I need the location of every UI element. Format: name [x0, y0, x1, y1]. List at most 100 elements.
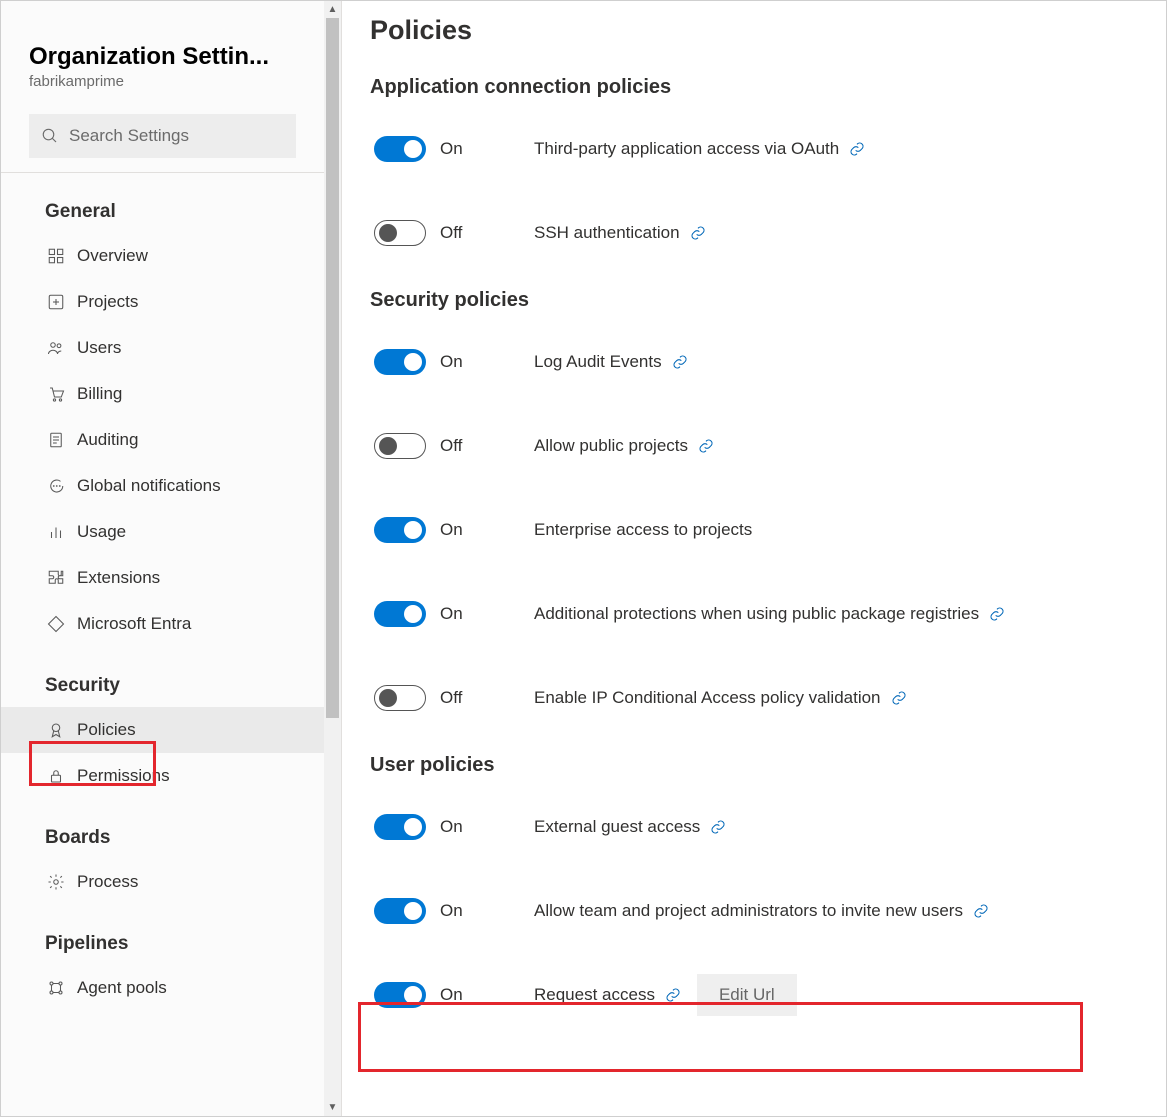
sidebar: Organization Settin... fabrikamprime Sea…	[1, 1, 342, 1116]
toggle-state-label: On	[440, 901, 463, 921]
sidebar-item-label: Microsoft Entra	[77, 614, 191, 634]
people-icon	[45, 337, 67, 359]
toggle[interactable]	[374, 814, 426, 840]
grid-icon	[45, 245, 67, 267]
toggle[interactable]	[374, 685, 426, 711]
policy-row: On Additional protections when using publ…	[370, 584, 1146, 644]
org-settings-title: Organization Settin...	[29, 43, 296, 71]
log-icon	[45, 429, 67, 451]
sidebar-item-global-notifications[interactable]: Global notifications	[1, 463, 324, 509]
link-icon[interactable]	[891, 690, 907, 706]
policy-row: On Allow team and project administrators …	[370, 881, 1146, 941]
sidebar-item-auditing[interactable]: Auditing	[1, 417, 324, 463]
edit-url-button[interactable]: Edit Url	[697, 974, 797, 1016]
toggle[interactable]	[374, 433, 426, 459]
sidebar-item-label: Users	[77, 338, 121, 358]
link-icon[interactable]	[849, 141, 865, 157]
policy-row: Off Enable IP Conditional Access policy v…	[370, 668, 1146, 728]
toggle[interactable]	[374, 982, 426, 1008]
sidebar-item-process[interactable]: Process	[1, 859, 324, 905]
sidebar-section-title: Boards	[1, 823, 324, 859]
sidebar-section-title: Security	[1, 671, 324, 707]
sidebar-item-extensions[interactable]: Extensions	[1, 555, 324, 601]
sidebar-item-projects[interactable]: Projects	[1, 279, 324, 325]
sidebar-item-label: Process	[77, 872, 138, 892]
diamond-icon	[45, 613, 67, 635]
toggle-state-label: Off	[440, 223, 462, 243]
sidebar-item-label: Global notifications	[77, 476, 221, 496]
link-icon[interactable]	[989, 606, 1005, 622]
scroll-down-arrow-icon[interactable]: ▼	[324, 1099, 341, 1116]
search-input[interactable]: Search Settings	[29, 114, 296, 158]
sidebar-section-title: Pipelines	[1, 929, 324, 965]
plus-box-icon	[45, 291, 67, 313]
policy-row: OnRequest accessEdit Url	[370, 965, 1146, 1025]
policy-row: Off Allow public projects	[370, 416, 1146, 476]
sidebar-item-billing[interactable]: Billing	[1, 371, 324, 417]
link-icon[interactable]	[710, 819, 726, 835]
toggle-state-label: On	[440, 817, 463, 837]
policy-row: OnLog Audit Events	[370, 332, 1146, 392]
sidebar-item-label: Billing	[77, 384, 122, 404]
link-icon[interactable]	[973, 903, 989, 919]
toggle-state-label: Off	[440, 436, 462, 456]
link-icon[interactable]	[698, 438, 714, 454]
policy-label: External guest access	[534, 817, 700, 837]
puzzle-icon	[45, 567, 67, 589]
sidebar-item-label: Policies	[77, 720, 136, 740]
toggle[interactable]	[374, 349, 426, 375]
sidebar-item-users[interactable]: Users	[1, 325, 324, 371]
policy-section-title: Security policies	[370, 289, 1146, 312]
policy-label: Enable IP Conditional Access policy vali…	[534, 688, 881, 708]
scrollbar-thumb[interactable]	[326, 18, 339, 718]
sidebar-item-label: Overview	[77, 246, 148, 266]
policy-row: On External guest access	[370, 797, 1146, 857]
link-icon[interactable]	[665, 987, 681, 1003]
toggle-state-label: On	[440, 139, 463, 159]
link-icon[interactable]	[672, 354, 688, 370]
sidebar-item-policies[interactable]: Policies	[1, 707, 324, 753]
policy-label: Additional protections when using public…	[534, 604, 979, 624]
cart-icon	[45, 383, 67, 405]
toggle[interactable]	[374, 601, 426, 627]
policy-label: Allow public projects	[534, 436, 688, 456]
sidebar-item-label: Agent pools	[77, 978, 167, 998]
toggle[interactable]	[374, 220, 426, 246]
org-name: fabrikamprime	[29, 73, 296, 90]
main-content: Policies Application connection policies…	[342, 1, 1166, 1116]
toggle-state-label: On	[440, 985, 463, 1005]
policy-row: Off SSH authentication	[370, 203, 1146, 263]
lock-icon	[45, 765, 67, 787]
toggle-state-label: Off	[440, 688, 462, 708]
policy-label: Allow team and project administrators to…	[534, 901, 963, 921]
page-title: Policies	[370, 15, 1146, 46]
toggle[interactable]	[374, 517, 426, 543]
sidebar-item-usage[interactable]: Usage	[1, 509, 324, 555]
toggle-state-label: On	[440, 520, 463, 540]
sidebar-scrollbar[interactable]: ▲ ▼	[324, 1, 341, 1116]
policy-label: Third-party application access via OAuth	[534, 139, 839, 159]
link-icon[interactable]	[690, 225, 706, 241]
search-placeholder: Search Settings	[69, 126, 189, 146]
toggle-state-label: On	[440, 352, 463, 372]
sidebar-item-permissions[interactable]: Permissions	[1, 753, 324, 799]
sidebar-item-label: Usage	[77, 522, 126, 542]
pool-icon	[45, 977, 67, 999]
sidebar-item-agent-pools[interactable]: Agent pools	[1, 965, 324, 1011]
policy-row: On Enterprise access to projects	[370, 500, 1146, 560]
bar-chart-icon	[45, 521, 67, 543]
policy-label: SSH authentication	[534, 223, 680, 243]
toggle-state-label: On	[440, 604, 463, 624]
policy-section-title: Application connection policies	[370, 76, 1146, 99]
ribbon-icon	[45, 719, 67, 741]
sidebar-item-overview[interactable]: Overview	[1, 233, 324, 279]
sidebar-section-title: General	[1, 197, 324, 233]
policy-section-title: User policies	[370, 754, 1146, 777]
scroll-up-arrow-icon[interactable]: ▲	[324, 1, 341, 18]
policy-label: Enterprise access to projects	[534, 520, 752, 540]
sidebar-item-label: Extensions	[77, 568, 160, 588]
toggle[interactable]	[374, 898, 426, 924]
sidebar-item-label: Auditing	[77, 430, 138, 450]
toggle[interactable]	[374, 136, 426, 162]
sidebar-item-microsoft-entra[interactable]: Microsoft Entra	[1, 601, 324, 647]
